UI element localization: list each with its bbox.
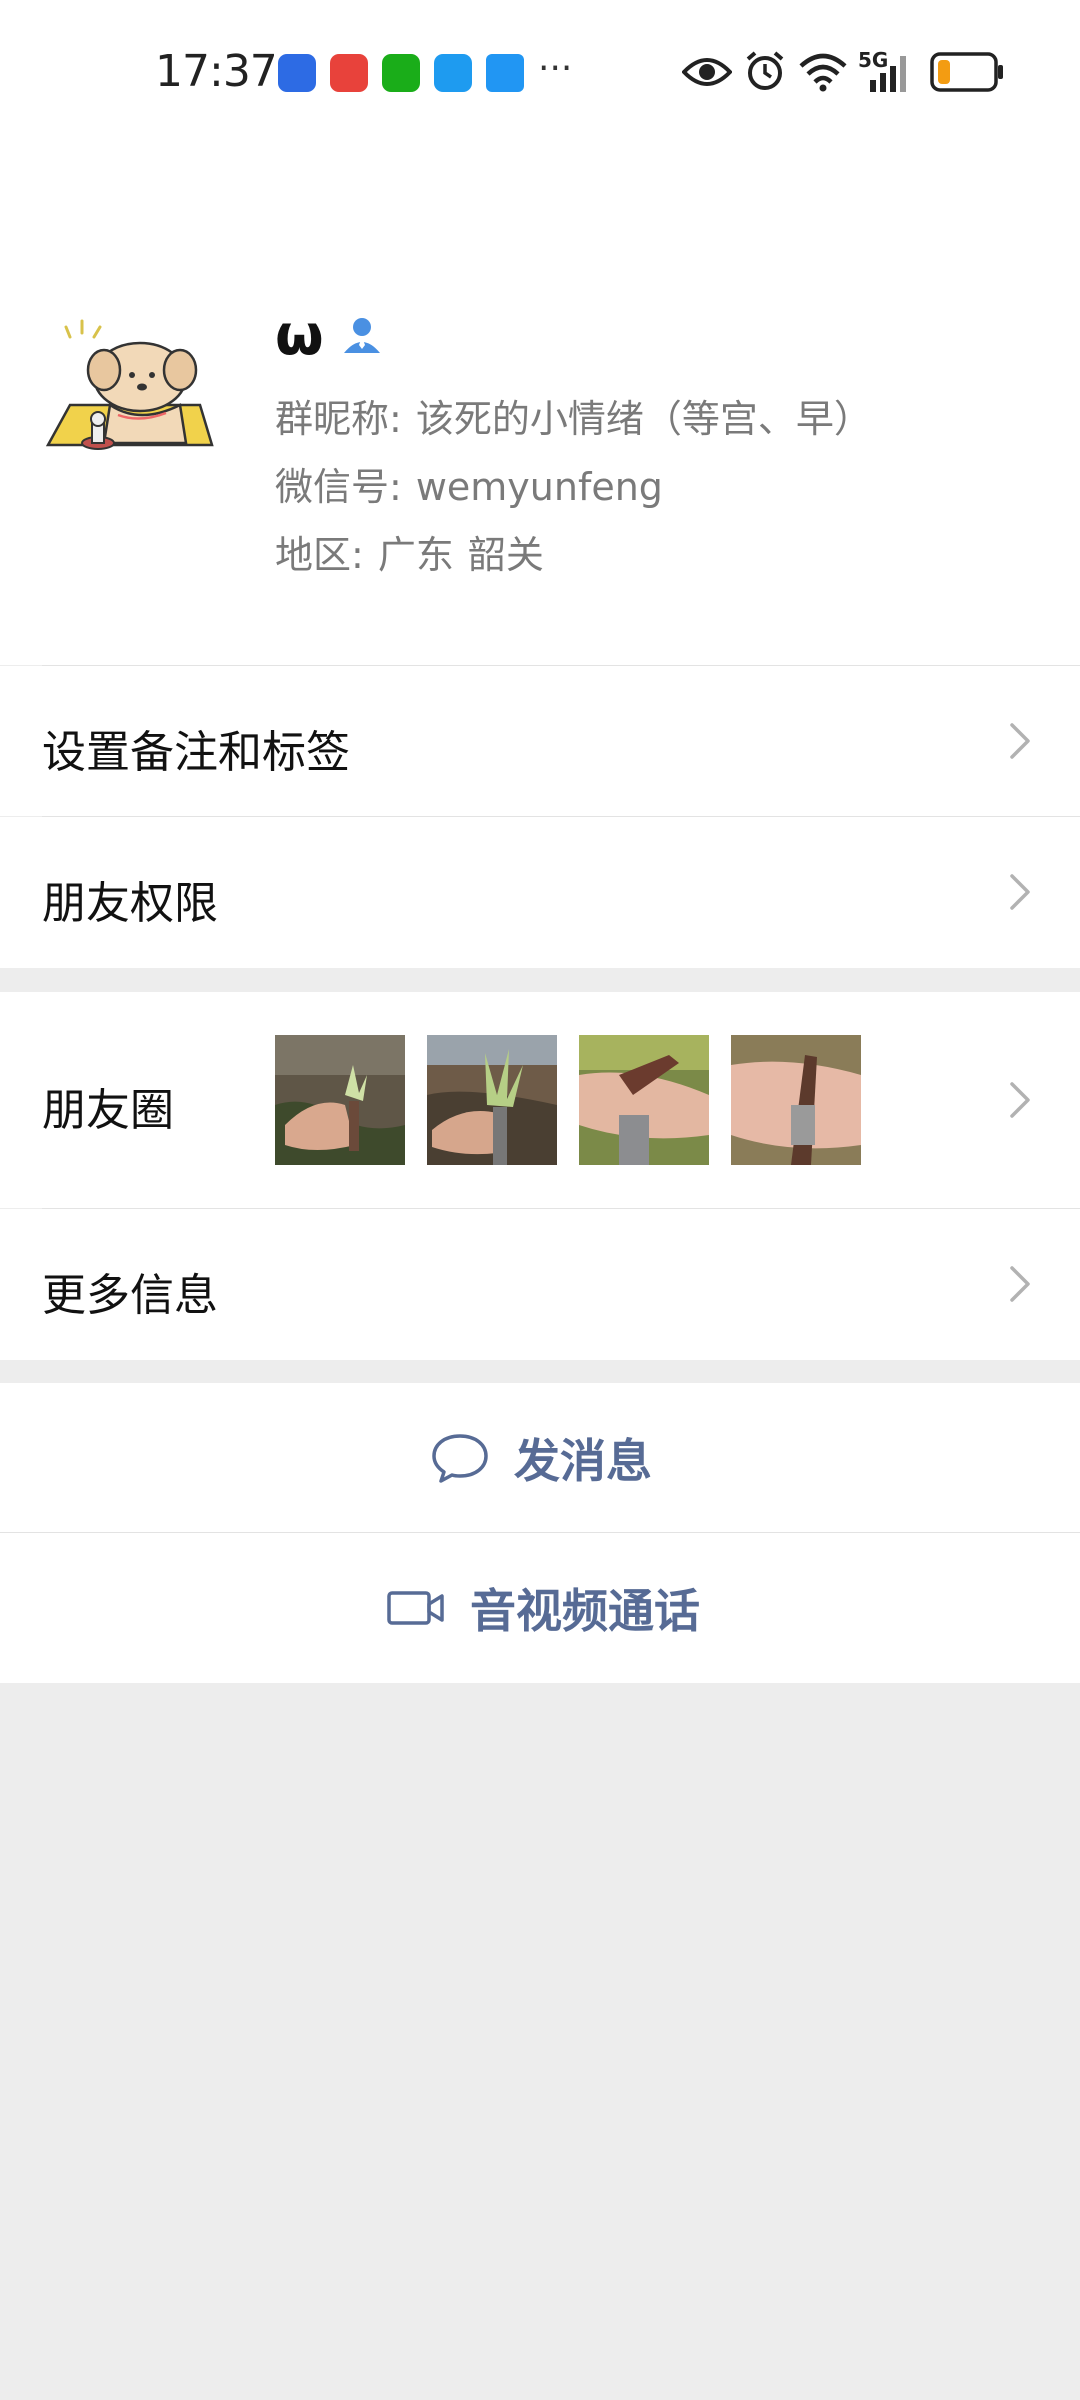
name-row: ω bbox=[275, 300, 382, 370]
moments-label: 朋友圈 bbox=[42, 1085, 174, 1136]
video-camera-icon bbox=[387, 1591, 444, 1625]
video-call-button[interactable]: 音视频通话 bbox=[0, 1533, 1080, 1683]
region-city: 韶关 bbox=[467, 533, 544, 577]
status-bar: 17:37 ··· 5G bbox=[0, 0, 1080, 150]
group-nickname-label: 群昵称: bbox=[275, 397, 402, 441]
signal-icon bbox=[870, 56, 906, 92]
friend-permissions-label: 朋友权限 bbox=[42, 878, 218, 929]
wechat-notification-icon bbox=[382, 54, 420, 92]
moments-photo[interactable] bbox=[427, 1035, 557, 1165]
moments-photo[interactable] bbox=[579, 1035, 709, 1165]
app-notification-icon bbox=[278, 54, 316, 92]
more-info-row[interactable]: 更多信息 bbox=[0, 1209, 1080, 1360]
alarm-icon bbox=[746, 51, 784, 90]
video-call-label: 音视频通话 bbox=[470, 1584, 700, 1638]
remark-tags-label: 设置备注和标签 bbox=[42, 727, 350, 778]
moments-row[interactable]: 朋友圈 bbox=[0, 992, 1080, 1208]
chat-bubble-icon bbox=[432, 1434, 488, 1483]
moments-thumbnails bbox=[275, 1035, 895, 1165]
alipay-notification-icon bbox=[330, 54, 368, 92]
send-message-label: 发消息 bbox=[514, 1434, 652, 1488]
status-time: 17:37 bbox=[155, 46, 278, 97]
person-icon bbox=[343, 318, 380, 353]
chevron-right-icon bbox=[1010, 874, 1030, 910]
chat-notification-icon bbox=[486, 54, 524, 92]
friend-permissions-row[interactable]: 朋友权限 bbox=[0, 817, 1080, 968]
region: 地区: 广东 韶关 bbox=[275, 524, 544, 579]
profile-card: ω 群昵称: 该死的小情绪（等宫、早） 微信号: wemyunfeng 地区: 广东韶… bbox=[0, 150, 1080, 665]
eye-icon bbox=[682, 58, 732, 86]
region-label: 地区: bbox=[275, 533, 364, 577]
moments-photo[interactable] bbox=[275, 1035, 405, 1165]
group-nickname-value: 该死的小情绪（等宫、早） bbox=[415, 397, 872, 441]
send-message-button[interactable]: 发消息 bbox=[0, 1383, 1080, 1533]
moments-photo[interactable] bbox=[731, 1035, 861, 1165]
avatar[interactable] bbox=[40, 315, 220, 615]
wechat-id-value[interactable]: wemyunfeng bbox=[416, 465, 663, 509]
chevron-right-icon bbox=[1010, 1082, 1030, 1118]
profile-name: ω bbox=[275, 302, 324, 368]
battery-icon bbox=[930, 52, 1003, 92]
chevron-right-icon bbox=[1010, 1266, 1030, 1302]
more-notifications-icon: ··· bbox=[538, 48, 573, 89]
wifi-icon bbox=[799, 53, 847, 92]
chevron-right-icon bbox=[1010, 723, 1030, 759]
remark-tags-row[interactable]: 设置备注和标签 bbox=[0, 666, 1080, 816]
message-notification-icon bbox=[434, 54, 472, 92]
wechat-id-label: 微信号: bbox=[275, 465, 402, 509]
region-province: 广东 bbox=[377, 533, 454, 577]
wechat-id: 微信号: wemyunfeng bbox=[275, 456, 663, 511]
group-nickname: 群昵称: 该死的小情绪（等宫、早） bbox=[275, 388, 872, 443]
more-info-label: 更多信息 bbox=[42, 1270, 218, 1321]
